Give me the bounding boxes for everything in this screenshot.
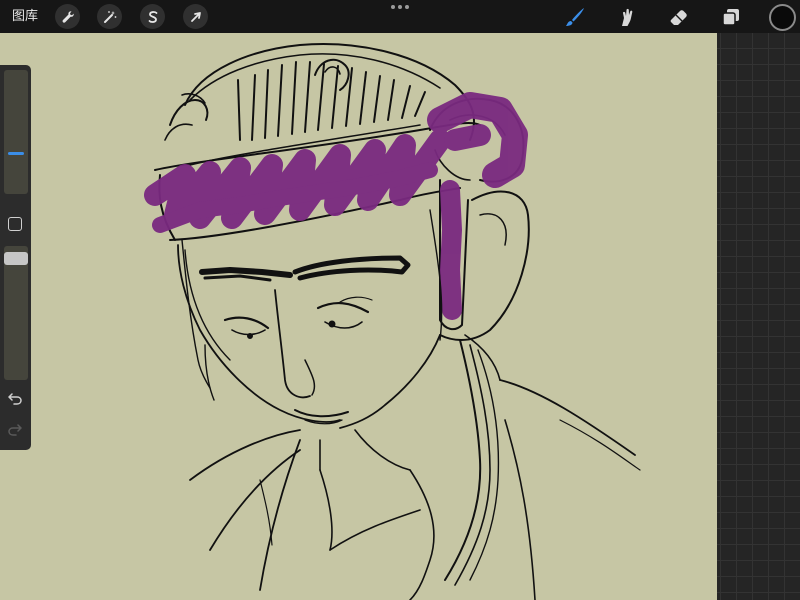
dot-icon	[405, 5, 409, 9]
more-options-button[interactable]	[388, 2, 412, 12]
selection-button[interactable]	[140, 4, 165, 29]
artwork	[144, 43, 641, 600]
modify-square-button[interactable]	[8, 217, 22, 231]
left-sidebar	[0, 65, 31, 450]
transform-button[interactable]	[183, 4, 208, 29]
arrow-cursor-icon	[190, 11, 201, 22]
brush-size-thumb[interactable]	[8, 152, 24, 155]
layers-icon	[722, 9, 739, 26]
dot-icon	[398, 5, 402, 9]
color-picker-button[interactable]	[769, 4, 796, 31]
redo-icon	[8, 424, 22, 436]
brush-opacity-thumb[interactable]	[4, 252, 28, 265]
procreate-app: 图库	[0, 0, 800, 600]
adjustments-button[interactable]	[97, 4, 122, 29]
gallery-button[interactable]: 图库	[12, 8, 38, 25]
top-toolbar: 图库	[0, 0, 800, 33]
layers-button[interactable]	[718, 4, 744, 30]
selection-s-icon	[148, 10, 157, 23]
brush-tool-button[interactable]	[562, 4, 588, 30]
undo-button[interactable]	[5, 390, 25, 408]
actions-button[interactable]	[55, 4, 80, 29]
brush-size-slider[interactable]	[4, 70, 28, 194]
magic-wand-icon	[103, 10, 116, 23]
brush-opacity-slider[interactable]	[4, 246, 28, 380]
undo-icon	[8, 393, 22, 405]
smudge-finger-icon	[622, 8, 633, 26]
brush-icon	[566, 8, 584, 26]
eraser-icon	[670, 10, 687, 25]
dot-icon	[391, 5, 395, 9]
eraser-tool-button[interactable]	[666, 4, 692, 30]
drawing-canvas[interactable]	[0, 33, 717, 600]
smudge-tool-button[interactable]	[614, 4, 640, 30]
wrench-icon	[62, 10, 74, 23]
redo-button[interactable]	[5, 421, 25, 439]
